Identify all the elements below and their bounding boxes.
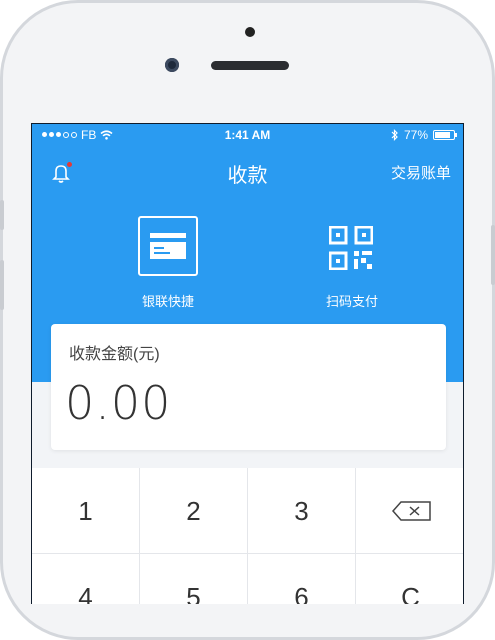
key-1[interactable]: 1 (32, 468, 140, 554)
key-5[interactable]: 5 (140, 554, 248, 604)
earpiece-speaker (211, 61, 289, 70)
key-3[interactable]: 3 (248, 468, 356, 554)
amount-display: 0.00 (65, 376, 172, 430)
nav-bar: 收款 交易账单 (32, 150, 463, 192)
amount-label: 收款金额(元) (69, 346, 160, 363)
qr-pay-button[interactable]: 扫码支付 (282, 214, 422, 309)
app-screen: FB 1:41 AM 77% 收款 交易账单 银联快捷 扫码支付 收款金额(元)… (31, 123, 464, 604)
transaction-history-link[interactable]: 交易账单 (391, 162, 451, 183)
side-button (0, 200, 4, 230)
backspace-icon (392, 501, 431, 521)
front-camera (165, 58, 179, 72)
status-right: 77% (391, 128, 457, 142)
numeric-keypad: 1 2 3 4 5 6 C (32, 468, 463, 604)
key-2[interactable]: 2 (140, 468, 248, 554)
front-sensor (245, 27, 255, 37)
qr-code-icon (329, 226, 373, 270)
side-button (491, 225, 495, 285)
payment-actions: 银联快捷 扫码支付 (32, 214, 463, 309)
action-label: 扫码支付 (325, 294, 378, 309)
bluetooth-icon (391, 129, 398, 141)
delete-key[interactable] (356, 468, 463, 554)
clear-key[interactable]: C (356, 554, 463, 604)
battery-percent: 77% (403, 128, 428, 142)
status-bar: FB 1:41 AM 77% (32, 124, 463, 146)
battery-icon (433, 130, 457, 140)
amount-card: 收款金额(元) 0.00 (51, 324, 446, 450)
key-4[interactable]: 4 (32, 554, 140, 604)
side-button (0, 260, 4, 310)
unionpay-quick-button[interactable]: 银联快捷 (98, 214, 238, 309)
action-label: 银联快捷 (141, 294, 194, 309)
card-icon (138, 216, 198, 276)
key-6[interactable]: 6 (248, 554, 356, 604)
